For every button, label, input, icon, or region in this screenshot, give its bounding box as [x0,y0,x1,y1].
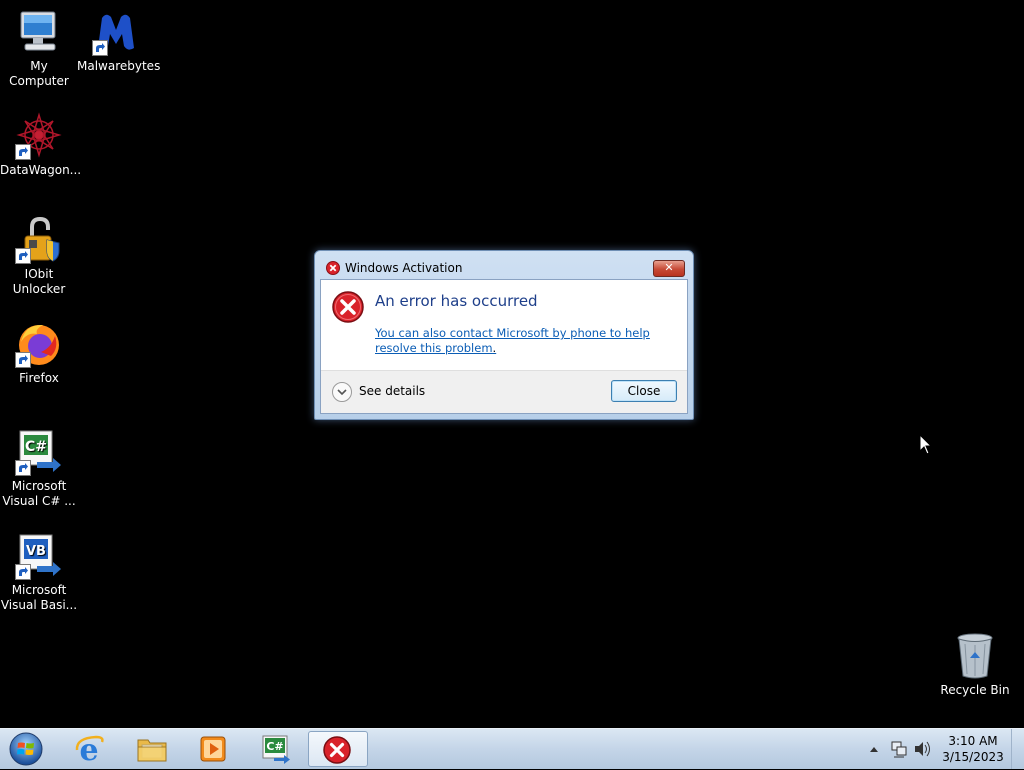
error-icon [332,291,364,323]
desktop-icon-label: Firefox [19,371,59,385]
visual-csharp-icon: C# [15,428,63,476]
desktop-icon-label: Microsoft Visual C# ... [2,479,76,508]
taskbar-error-dialog[interactable] [308,731,368,767]
desktop-icon-visual-csharp[interactable]: C# Microsoft Visual C# ... [0,428,78,509]
dialog-titlebar[interactable]: Windows Activation ✕ [315,251,693,279]
error-icon [326,261,340,275]
dialog-body: An error has occurred You can also conta… [320,279,688,414]
desktop-icon-label: My Computer [9,59,69,88]
chevron-down-icon [337,389,347,396]
taskbar: e C# 3:10 AM 3/15/2023 [0,728,1024,769]
desktop-icon-my-computer[interactable]: My Computer [0,8,78,89]
see-details-toggle[interactable] [332,382,352,402]
clock-time: 3:10 AM [948,734,998,748]
title-close-button[interactable]: ✕ [653,260,685,277]
taskbar-internet-explorer[interactable]: e [62,731,118,767]
system-clock[interactable]: 3:10 AM 3/15/2023 [936,733,1010,765]
datawagon-icon [15,112,63,160]
desktop-icon-label: IObit Unlocker [12,267,66,296]
shortcut-arrow-icon [15,460,31,476]
recycle-bin-icon [951,632,999,680]
desktop-icon-recycle-bin[interactable]: Recycle Bin [936,632,1014,698]
svg-text:C#: C# [25,439,47,455]
link-suffix: . [492,341,497,355]
error-dialog-icon [323,736,351,764]
taskbar-file-explorer[interactable] [124,731,180,767]
desktop-icon-malwarebytes[interactable]: Malwarebytes [77,8,161,74]
desktop-icon-visual-basic[interactable]: VB Microsoft Visual Basi... [0,532,78,613]
internet-explorer-icon: e [75,734,104,764]
shortcut-arrow-icon [15,248,31,264]
contact-link-text[interactable]: You can also contact Microsoft by phone … [375,326,650,355]
volume-icon[interactable] [913,729,931,769]
shortcut-arrow-icon [15,352,31,368]
firefox-icon [15,320,63,368]
taskbar-media-player[interactable] [186,731,242,767]
dialog-footer: See details Close [321,370,687,413]
iobit-unlocker-icon [15,216,63,264]
clock-date: 3/15/2023 [942,750,1004,764]
shortcut-arrow-icon [15,564,31,580]
taskbar-visual-csharp[interactable]: C# [248,731,304,767]
show-hidden-icons-arrow[interactable] [868,729,880,769]
shortcut-arrow-icon [15,144,31,160]
media-player-icon [200,736,226,762]
shortcut-arrow-icon [92,40,108,56]
desktop-icon-datawagon[interactable]: DataWagon... [0,112,82,178]
windows-logo-icon [9,732,43,766]
windows-activation-dialog: Windows Activation ✕ An error has occurr… [314,250,694,420]
svg-text:C#: C# [266,740,283,753]
malwarebytes-icon [92,8,140,56]
desktop-icon-label: Recycle Bin [940,683,1010,697]
close-button[interactable]: Close [611,380,677,402]
file-explorer-icon [137,739,167,762]
desktop-icon-label: Microsoft Visual Basi... [0,583,78,612]
visual-basic-icon: VB [15,532,63,580]
contact-microsoft-link[interactable]: You can also contact Microsoft by phone … [375,326,680,356]
see-details-label[interactable]: See details [359,384,425,398]
error-heading: An error has occurred [375,292,538,310]
desktop-icon-label: Malwarebytes [77,59,161,73]
desktop-icon-iobit-unlocker[interactable]: IObit Unlocker [0,216,78,297]
show-desktop-button[interactable] [1011,729,1024,769]
svg-text:VB: VB [26,544,46,559]
desktop-icon-label: DataWagon... [0,163,82,177]
computer-icon [15,8,63,56]
dialog-title: Windows Activation [345,261,463,275]
desktop-icon-firefox[interactable]: Firefox [0,320,78,386]
start-button[interactable] [6,731,46,767]
network-icon[interactable] [890,729,908,769]
visual-csharp-icon: C# [262,735,290,764]
mouse-cursor-icon [919,434,933,455]
